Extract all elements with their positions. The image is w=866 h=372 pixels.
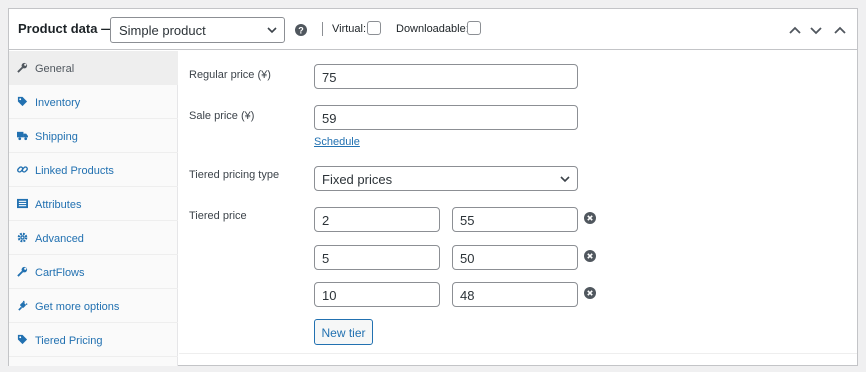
new-tier-button[interactable]: New tier <box>314 319 373 345</box>
tiered-pricing-type-value: Fixed prices <box>322 172 393 187</box>
tab-cartflows[interactable]: CartFlows <box>9 255 178 289</box>
tier-quantity-input[interactable]: 2 <box>314 207 440 232</box>
regular-price-input[interactable]: 75 <box>314 64 578 89</box>
tier-quantity-input[interactable]: 5 <box>314 245 440 270</box>
tier-price-input[interactable]: 50 <box>452 245 578 270</box>
product-data-panel: Product data — Simple product ? Virtual:… <box>8 8 858 366</box>
header-separator <box>322 22 323 36</box>
tab-attributes[interactable]: Attributes <box>9 187 178 221</box>
tab-label: Attributes <box>35 199 82 211</box>
chevron-down-icon <box>267 27 277 34</box>
collapse-toggle-icon[interactable] <box>833 23 847 37</box>
tab-linked-products[interactable]: Linked Products <box>9 153 178 187</box>
panel-title: Product data — <box>18 21 115 36</box>
list-icon <box>17 198 28 209</box>
remove-tier-icon[interactable] <box>584 212 596 224</box>
tab-inventory[interactable]: Inventory <box>9 85 178 119</box>
product-type-value: Simple product <box>119 23 206 38</box>
help-icon[interactable]: ? <box>295 24 307 36</box>
regular-price-label: Regular price (¥) <box>189 69 271 81</box>
remove-tier-icon[interactable] <box>584 287 596 299</box>
tab-label: General <box>35 63 75 75</box>
gear-icon <box>17 232 28 243</box>
virtual-label: Virtual: <box>332 23 367 35</box>
chevron-down-icon <box>560 176 570 183</box>
wrench-icon <box>17 266 28 277</box>
move-up-icon[interactable] <box>788 23 802 37</box>
tag-icon <box>17 334 28 345</box>
truck-icon <box>17 131 28 141</box>
tab-label: Linked Products <box>35 165 114 177</box>
svg-text:?: ? <box>298 26 304 36</box>
tab-label: CartFlows <box>35 267 85 279</box>
sale-price-input[interactable]: 59 <box>314 105 578 130</box>
tier-quantity-input[interactable]: 10 <box>314 282 440 307</box>
sale-price-label: Sale price (¥) <box>189 110 255 122</box>
virtual-checkbox[interactable] <box>367 21 381 35</box>
downloadable-label: Downloadable: <box>396 23 469 35</box>
tab-general[interactable]: General <box>9 51 178 85</box>
tab-label: Advanced <box>35 233 84 245</box>
panel-bottom-divider <box>179 353 857 354</box>
tab-shipping[interactable]: Shipping <box>9 119 178 153</box>
wrench-icon <box>17 62 28 73</box>
product-type-select[interactable]: Simple product <box>110 17 285 43</box>
tag-icon <box>17 96 28 107</box>
tier-price-input[interactable]: 48 <box>452 282 578 307</box>
remove-tier-icon[interactable] <box>584 250 596 262</box>
plugin-icon <box>18 300 28 311</box>
tab-label: Inventory <box>35 97 81 109</box>
tab-label: Get more options <box>35 301 120 313</box>
tab-label: Shipping <box>35 131 78 143</box>
product-data-tabs: General Inventory Shipping Linked Produc… <box>9 51 178 366</box>
tab-label: Tiered Pricing <box>35 335 103 347</box>
tab-get-more-options[interactable]: Get more options <box>9 289 178 323</box>
move-down-icon[interactable] <box>809 23 823 37</box>
link-icon <box>17 166 28 173</box>
downloadable-checkbox[interactable] <box>467 21 481 35</box>
tier-price-input[interactable]: 55 <box>452 207 578 232</box>
tiered-pricing-type-select[interactable]: Fixed prices <box>314 166 578 191</box>
tiered-pricing-type-label: Tiered pricing type <box>189 169 280 181</box>
tiered-price-label: Tiered price <box>189 210 247 222</box>
schedule-link[interactable]: Schedule <box>314 136 360 148</box>
panel-header: Product data — Simple product ? Virtual:… <box>9 9 857 50</box>
tab-tiered-pricing[interactable]: Tiered Pricing <box>9 323 178 357</box>
tab-advanced[interactable]: Advanced <box>9 221 178 255</box>
